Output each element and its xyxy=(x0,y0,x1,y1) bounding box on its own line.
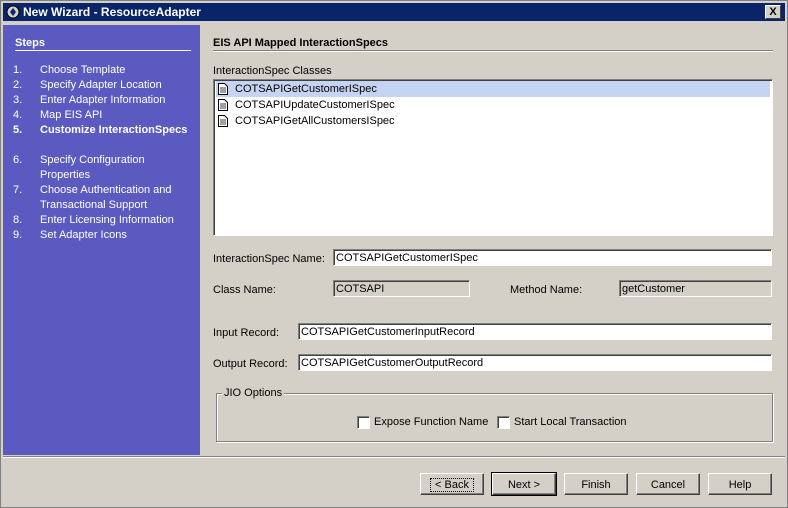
step-label: Customize InteractionSpecs xyxy=(40,124,188,136)
method-name-label: Method Name: xyxy=(510,284,583,296)
page-title: EIS API Mapped InteractionSpecs xyxy=(213,37,389,49)
class-name-field: COTSAPI xyxy=(333,280,470,297)
step-number: 6. xyxy=(13,154,23,166)
title-bar: New Wizard - ResourceAdapter X xyxy=(3,3,785,21)
class-name-label: Class Name: xyxy=(213,284,276,296)
input-record-label: Input Record: xyxy=(213,327,280,339)
document-icon xyxy=(218,115,228,127)
step-number: 7. xyxy=(13,184,23,196)
step-number: 8. xyxy=(13,214,23,226)
back-button[interactable]: < Back xyxy=(420,473,484,495)
step-number: 9. xyxy=(13,229,23,241)
finish-button[interactable]: Finish xyxy=(564,473,628,495)
list-item-label: COTSAPIUpdateCustomerISpec xyxy=(235,99,395,111)
step-number: 1. xyxy=(13,64,23,76)
close-icon[interactable]: X xyxy=(765,5,781,19)
spec-name-field[interactable]: COTSAPIGetCustomerISpec xyxy=(333,249,772,266)
steps-panel: Steps 1. Choose Template 2. Specify Adap… xyxy=(3,25,200,455)
list-item[interactable]: COTSAPIGetAllCustomersISpec xyxy=(216,113,770,129)
step-number: 2. xyxy=(13,79,23,91)
step-number: 5. xyxy=(13,124,23,136)
jio-options-group: JIO Options Expose Function Name Start L… xyxy=(216,387,773,442)
step-number: 3. xyxy=(13,94,23,106)
step-number: 4. xyxy=(13,109,23,121)
jio-options-legend: JIO Options xyxy=(222,387,285,399)
step-label: Enter Adapter Information xyxy=(40,94,166,106)
help-button[interactable]: Help xyxy=(708,473,772,495)
wizard-window: New Wizard - ResourceAdapter X Steps 1. … xyxy=(0,0,788,508)
interactionspec-list[interactable]: COTSAPIGetCustomerISpec COTSAPIUpdateCus… xyxy=(213,79,773,236)
document-icon xyxy=(218,83,228,95)
list-label: InteractionSpec Classes xyxy=(213,65,332,77)
input-record-field[interactable]: COTSAPIGetCustomerInputRecord xyxy=(298,323,772,340)
method-name-field: getCustomer xyxy=(619,280,772,297)
back-button-label: < Back xyxy=(430,478,474,492)
list-item-label: COTSAPIGetCustomerISpec xyxy=(235,83,377,95)
footer-divider xyxy=(3,456,785,458)
document-icon xyxy=(218,99,228,111)
heading-divider xyxy=(213,50,773,52)
list-item-label: COTSAPIGetAllCustomersISpec xyxy=(235,115,395,127)
step-label: Specify Adapter Location xyxy=(40,79,162,91)
checkbox-box[interactable] xyxy=(357,416,370,429)
step-label: Choose Authentication and Transactional … xyxy=(40,184,172,211)
step-label: Specify Configuration Properties xyxy=(40,154,145,181)
start-local-transaction-label: Start Local Transaction xyxy=(514,416,627,428)
window-title: New Wizard - ResourceAdapter xyxy=(23,5,201,19)
step-label: Choose Template xyxy=(40,64,126,76)
step-label: Set Adapter Icons xyxy=(40,229,127,241)
app-icon xyxy=(6,5,20,19)
step-label: Map EIS API xyxy=(40,109,103,121)
spec-name-label: InteractionSpec Name: xyxy=(213,253,325,265)
content-panel: EIS API Mapped InteractionSpecs Interact… xyxy=(202,25,785,455)
checkbox-box[interactable] xyxy=(497,416,510,429)
steps-title: Steps xyxy=(15,37,45,49)
output-record-label: Output Record: xyxy=(213,358,288,370)
expose-function-label: Expose Function Name xyxy=(374,416,489,428)
list-item[interactable]: COTSAPIUpdateCustomerISpec xyxy=(216,97,770,113)
cancel-button[interactable]: Cancel xyxy=(636,473,700,495)
list-item[interactable]: COTSAPIGetCustomerISpec xyxy=(216,81,770,97)
step-label: Enter Licensing Information xyxy=(40,214,174,226)
next-button[interactable]: Next > xyxy=(491,472,557,496)
steps-divider xyxy=(15,50,191,51)
output-record-field[interactable]: COTSAPIGetCustomerOutputRecord xyxy=(298,354,772,371)
